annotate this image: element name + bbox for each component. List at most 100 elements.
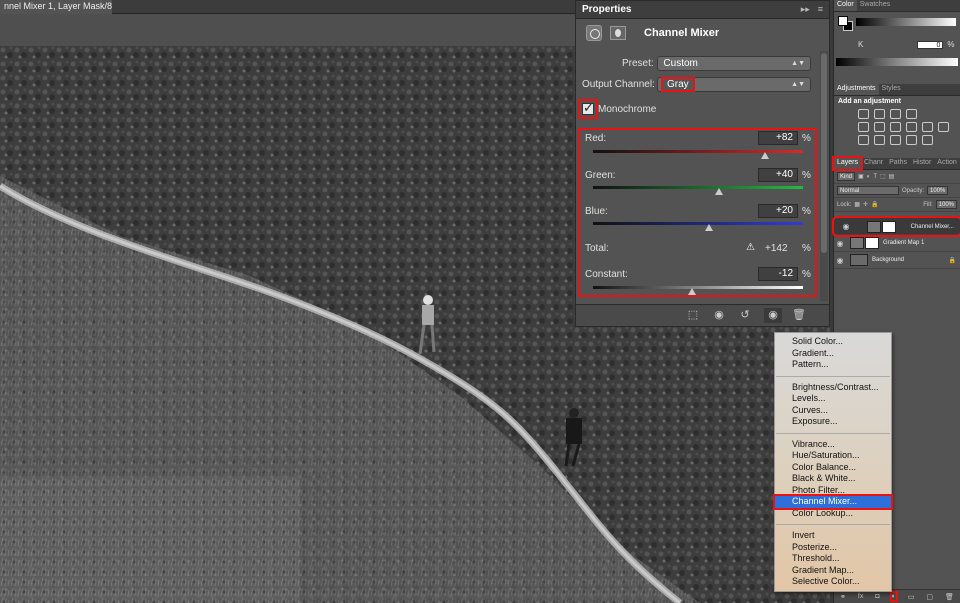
trash-icon[interactable]: 🗑: [945, 593, 954, 601]
menu-item[interactable]: Selective Color...: [775, 576, 891, 588]
menu-item[interactable]: Gradient...: [775, 348, 891, 360]
document-tab[interactable]: nnel Mixer 1, Layer Mask/8) *: [0, 0, 112, 14]
menu-item[interactable]: Posterize...: [775, 542, 891, 554]
preset-select[interactable]: Custom ▲▼: [657, 56, 811, 71]
menu-item[interactable]: Gradient Map...: [775, 565, 891, 577]
output-channel-select[interactable]: Gray ▲▼: [656, 77, 811, 92]
adjustment-icon[interactable]: [586, 25, 602, 41]
green-slider-thumb[interactable]: [715, 188, 723, 195]
tab-swatches[interactable]: Swatches: [857, 0, 893, 11]
tab-actions[interactable]: Action: [934, 158, 959, 169]
photo-filter-icon[interactable]: [922, 122, 933, 132]
new-group-icon[interactable]: ▭: [908, 593, 915, 601]
mask-thumb[interactable]: [865, 237, 879, 249]
layer-channel-mixer[interactable]: ◉ Channel Mixer...: [832, 216, 960, 237]
collapse-icon[interactable]: ▸▸: [801, 4, 810, 15]
new-layer-icon[interactable]: ▢: [926, 593, 933, 601]
green-value-input[interactable]: +40: [758, 168, 798, 182]
constant-slider-thumb[interactable]: [687, 288, 696, 295]
tab-layers[interactable]: Layers: [831, 156, 864, 171]
tab-channels[interactable]: Chanr: [861, 158, 886, 169]
vibrance-icon[interactable]: [858, 122, 869, 132]
fx-icon[interactable]: fx: [858, 593, 863, 600]
red-slider-thumb[interactable]: [761, 152, 770, 159]
lock-pixels-icon[interactable]: ▦: [854, 201, 860, 208]
foreground-background-swatch[interactable]: [838, 16, 853, 31]
menu-item[interactable]: Solid Color...: [775, 336, 891, 348]
menu-item[interactable]: Channel Mixer...: [773, 494, 893, 510]
menu-item[interactable]: Curves...: [775, 405, 891, 417]
filter-shape-icon[interactable]: ⬚: [880, 173, 886, 180]
tab-color[interactable]: Color: [834, 0, 857, 11]
lock-all-icon[interactable]: 🔒: [871, 201, 878, 208]
color-spectrum[interactable]: [836, 58, 958, 66]
red-slider-track[interactable]: [593, 150, 803, 153]
invert-icon[interactable]: [858, 135, 869, 145]
layer-gradient-map[interactable]: ◉ Gradient Map 1: [834, 235, 960, 252]
menu-item[interactable]: Exposure...: [775, 416, 891, 428]
blend-mode-select[interactable]: Normal: [837, 186, 899, 195]
mask-thumb[interactable]: [881, 220, 896, 233]
reset-icon[interactable]: ↺: [736, 308, 754, 323]
view-previous-icon[interactable]: ◉: [710, 308, 728, 323]
filter-smart-icon[interactable]: ▤: [889, 173, 895, 180]
exposure-icon[interactable]: [906, 109, 917, 119]
k-value-input[interactable]: 0: [917, 40, 944, 49]
color-balance-icon[interactable]: [890, 122, 901, 132]
menu-item[interactable]: Color Lookup...: [775, 508, 891, 520]
filter-adjustment-icon[interactable]: ◐: [867, 174, 871, 180]
visibility-icon[interactable]: ◉: [764, 308, 782, 323]
delete-icon[interactable]: 🗑: [790, 308, 808, 323]
mask-icon[interactable]: [610, 26, 626, 40]
constant-value-input[interactable]: -12: [758, 267, 798, 281]
menu-item[interactable]: Pattern...: [775, 359, 891, 371]
panel-menu-icon[interactable]: ≡: [818, 4, 823, 15]
selective-color-icon[interactable]: [922, 135, 933, 145]
lock-move-icon[interactable]: ✛: [863, 201, 868, 208]
menu-item[interactable]: Black & White...: [775, 473, 891, 485]
tab-styles[interactable]: Styles: [879, 84, 904, 95]
posterize-icon[interactable]: [874, 135, 885, 145]
blue-value-input[interactable]: +20: [758, 204, 798, 218]
threshold-icon[interactable]: [890, 135, 901, 145]
fill-input[interactable]: 100%: [935, 200, 957, 209]
filter-pixel-icon[interactable]: ▣: [858, 173, 864, 180]
new-adjustment-layer-icon[interactable]: ◐: [889, 591, 898, 602]
opacity-input[interactable]: 100%: [927, 186, 949, 195]
menu-item[interactable]: Brightness/Contrast...: [775, 382, 891, 394]
layer-background[interactable]: ◉ Background 🔒: [834, 252, 960, 269]
menu-item[interactable]: Color Balance...: [775, 462, 891, 474]
gradient-map-icon[interactable]: [906, 135, 917, 145]
menu-item[interactable]: Photo Filter...: [775, 485, 891, 497]
menu-item[interactable]: Vibrance...: [775, 439, 891, 451]
tab-history[interactable]: Histor: [910, 158, 934, 169]
menu-item[interactable]: Hue/Saturation...: [775, 450, 891, 462]
constant-slider-track[interactable]: [593, 286, 803, 289]
link-icon[interactable]: ⚭: [840, 593, 846, 601]
blue-slider-track[interactable]: [593, 222, 803, 225]
menu-item[interactable]: Levels...: [775, 393, 891, 405]
red-value-input[interactable]: +82: [758, 131, 798, 145]
clip-to-layer-icon[interactable]: ⬚: [684, 308, 702, 323]
curves-icon[interactable]: [890, 109, 901, 119]
tab-paths[interactable]: Paths: [886, 158, 910, 169]
blue-slider-thumb[interactable]: [704, 224, 713, 231]
visibility-eye-icon[interactable]: ◉: [834, 239, 846, 248]
filter-type-icon[interactable]: T: [873, 174, 877, 180]
menu-item[interactable]: Threshold...: [775, 553, 891, 565]
brightness-icon[interactable]: [858, 109, 869, 119]
kind-filter-select[interactable]: Kind: [837, 172, 856, 181]
menu-item[interactable]: Invert: [775, 530, 891, 542]
green-slider-track[interactable]: [593, 186, 803, 189]
monochrome-checkbox[interactable]: [578, 99, 598, 119]
visibility-eye-icon[interactable]: ◉: [834, 256, 846, 265]
hue-saturation-icon[interactable]: [874, 122, 885, 132]
k-slider[interactable]: [856, 18, 956, 26]
tab-adjustments[interactable]: Adjustments: [834, 84, 879, 95]
levels-icon[interactable]: [874, 109, 885, 119]
properties-scrollbar[interactable]: [820, 51, 828, 301]
visibility-eye-icon[interactable]: ◉: [840, 222, 852, 231]
add-mask-icon[interactable]: ◘: [875, 593, 879, 600]
channel-mixer-icon[interactable]: [938, 122, 949, 132]
black-white-icon[interactable]: [906, 122, 917, 132]
